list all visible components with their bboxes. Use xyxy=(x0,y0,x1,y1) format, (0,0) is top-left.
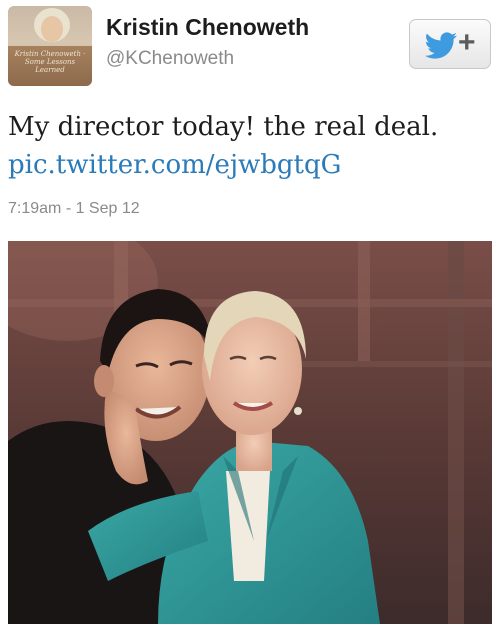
follow-plus-icon: + xyxy=(458,26,476,59)
avatar-cover-text: Kristin Chenoweth · Some Lessons Learned xyxy=(14,50,86,74)
tweet-photo-link[interactable]: pic.twitter.com/ejwbgtqG xyxy=(8,150,341,180)
display-name[interactable]: Kristin Chenoweth xyxy=(106,14,309,41)
tweet-header: Kristin Chenoweth · Some Lessons Learned… xyxy=(0,0,500,90)
tweet-photo[interactable] xyxy=(8,241,492,624)
tweet-photo-image xyxy=(8,241,492,624)
twitter-bird-icon xyxy=(424,32,457,59)
user-handle[interactable]: @KChenoweth xyxy=(106,48,234,70)
follow-button[interactable]: + xyxy=(409,19,491,69)
tweet-timestamp[interactable]: 7:19am - 1 Sep 12 xyxy=(8,200,140,218)
tweet-text: My director today! the real deal. xyxy=(8,112,439,142)
avatar[interactable]: Kristin Chenoweth · Some Lessons Learned xyxy=(8,6,92,86)
